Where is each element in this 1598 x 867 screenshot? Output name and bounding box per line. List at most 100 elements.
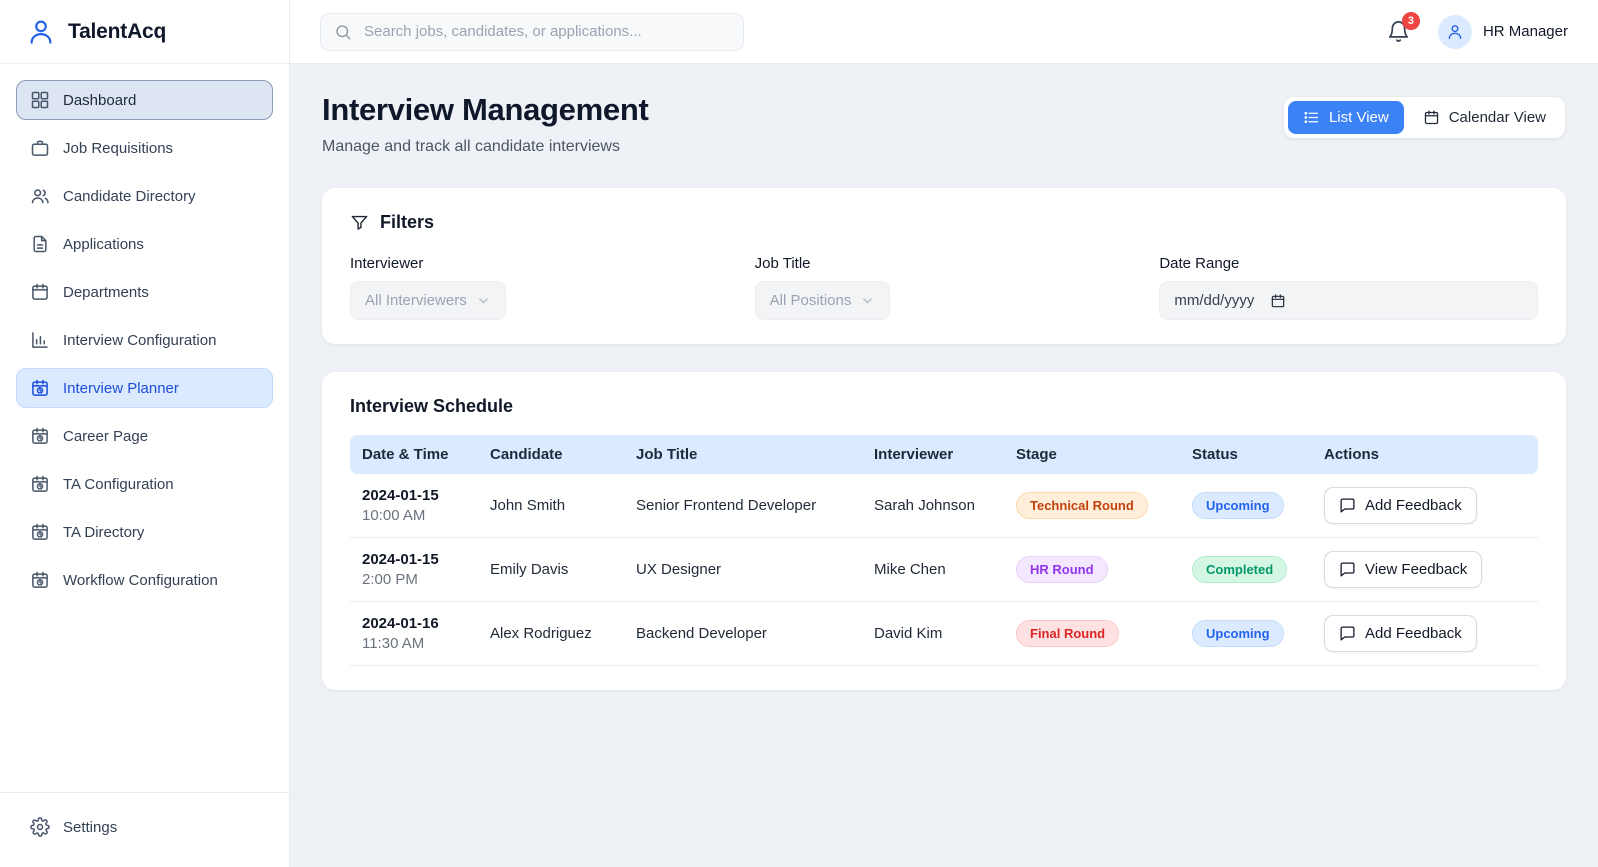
sidebar-item-ta-directory[interactable]: TA Directory [16, 512, 273, 552]
date-range-input[interactable]: mm/dd/yyyy [1159, 281, 1538, 320]
user-name: HR Manager [1482, 23, 1568, 40]
schedule-header-row: Date & Time Candidate Job Title Interviewer… [350, 435, 1538, 474]
user-menu[interactable]: HR Manager [1437, 14, 1568, 49]
feedback-button[interactable]: Add Feedback [1324, 615, 1477, 652]
sidebar-item-candidate-directory[interactable]: Candidate Directory [16, 176, 273, 216]
chevron-down-icon [476, 293, 491, 308]
column-header: Candidate [478, 435, 624, 474]
date-range-filter-label: Date Range [1159, 255, 1240, 272]
filters-title: Filters [380, 212, 435, 232]
topbar-right: 3 HR Manager [1387, 12, 1568, 49]
sidebar-item-applications[interactable]: Applications [16, 224, 273, 264]
sidebar-item-label: TA Configuration [63, 475, 174, 493]
calendar-clock-icon [30, 378, 50, 398]
sidebar-item-ta-configuration[interactable]: TA Configuration [16, 464, 273, 504]
candidate-name: John Smith [478, 474, 624, 538]
candidate-name: Emily Davis [478, 537, 624, 602]
stage-badge: Final Round [1016, 620, 1120, 647]
sidebar-item-label: Departments [63, 283, 149, 301]
feedback-button[interactable]: Add Feedback [1324, 487, 1477, 524]
main-content: Interview Management Manage and track al… [290, 64, 1598, 867]
interview-table: Date & Time Candidate Job Title Interviewer… [350, 435, 1538, 666]
column-header: Status [1180, 435, 1312, 474]
table-row: 2024-01-15 2:00 PM Emily Davis UX Design… [350, 537, 1538, 602]
sidebar-item-label: TA Directory [63, 523, 145, 541]
sidebar-item-label: Workflow Configuration [63, 571, 218, 589]
list-view-button[interactable]: List View [1287, 101, 1404, 134]
app-name: TalentAcq [68, 19, 167, 43]
list-view-label: List View [1328, 109, 1389, 126]
interviewer-select-value: All Interviewers [365, 292, 467, 309]
interview-time: 10:00 AM [362, 507, 426, 524]
list-icon [1303, 109, 1320, 126]
interviewer-filter-label: Interviewer [350, 255, 424, 272]
briefcase-icon [30, 138, 50, 158]
table-row: 2024-01-15 10:00 AM John Smith Senior Fr… [350, 474, 1538, 538]
candidate-name: Alex Rodriguez [478, 601, 624, 666]
notifications-button[interactable]: 3 [1387, 12, 1420, 43]
chat-icon [1339, 497, 1356, 514]
interviewer-select[interactable]: All Interviewers [350, 281, 506, 320]
calendar-icon [1423, 109, 1440, 126]
filter-interviewer: Interviewer All Interviewers [350, 255, 729, 320]
chat-icon [1339, 625, 1356, 642]
interview-time: 2:00 PM [362, 571, 418, 588]
page-subtitle: Manage and track all candidate interview… [322, 138, 620, 155]
chat-icon [1339, 561, 1356, 578]
feedback-button[interactable]: View Feedback [1324, 551, 1483, 588]
sidebar-item-interview-configuration[interactable]: Interview Configuration [16, 320, 273, 360]
funnel-icon [350, 213, 369, 232]
notification-count-badge: 3 [1401, 12, 1420, 30]
calendar-clock-icon [30, 522, 50, 542]
sidebar-item-label: Dashboard [63, 91, 137, 109]
stage-badge: Technical Round [1016, 492, 1148, 519]
sidebar-item-career-page[interactable]: Career Page [16, 416, 273, 456]
interview-date: 2024-01-15 [362, 551, 439, 568]
sidebar-item-label: Interview Planner [63, 379, 179, 397]
users-icon [30, 186, 50, 206]
search-input[interactable] [362, 22, 730, 41]
job-title-select[interactable]: All Positions [754, 281, 891, 320]
job-title-filter-label: Job Title [754, 255, 811, 272]
interview-date: 2024-01-16 [362, 615, 439, 632]
sidebar-item-job-requisitions[interactable]: Job Requisitions [16, 128, 273, 168]
avatar [1437, 14, 1472, 49]
interviewer-name: Sarah Johnson [862, 474, 1004, 538]
stage-badge: HR Round [1016, 556, 1108, 583]
global-search[interactable] [320, 12, 744, 51]
sidebar-footer: Settings [0, 792, 289, 867]
sidebar-nav: Dashboard Job Requisitions Candidate Dir… [0, 64, 289, 792]
column-header: Job Title [624, 435, 862, 474]
table-row: 2024-01-16 11:30 AM Alex Rodriguez Backe… [350, 601, 1538, 666]
status-badge: Upcoming [1192, 620, 1284, 647]
sidebar-item-settings[interactable]: Settings [16, 807, 273, 847]
sidebar-item-label: Applications [63, 235, 144, 253]
search-icon [334, 23, 352, 41]
status-badge: Upcoming [1192, 492, 1284, 519]
person-logo-icon [26, 17, 56, 47]
sidebar-item-workflow-configuration[interactable]: Workflow Configuration [16, 560, 273, 600]
filters-header: Filters [350, 212, 1538, 233]
gear-icon [30, 817, 50, 837]
calendar-clock-icon [30, 570, 50, 590]
sidebar-item-interview-planner[interactable]: Interview Planner [16, 368, 273, 408]
sidebar-item-departments[interactable]: Departments [16, 272, 273, 312]
page-header: Interview Management Manage and track al… [322, 92, 1566, 156]
chevron-down-icon [860, 293, 875, 308]
filter-date-range: Date Range mm/dd/yyyy [1159, 255, 1538, 320]
document-icon [30, 234, 50, 254]
sidebar-item-label: Settings [63, 818, 118, 836]
grid-icon [30, 90, 50, 110]
job-title-cell: Senior Frontend Developer [624, 474, 862, 538]
interviewer-name: David Kim [862, 601, 1004, 666]
calendar-view-button[interactable]: Calendar View [1408, 101, 1561, 134]
date-range-value: mm/dd/yyyy [1174, 292, 1255, 309]
schedule-body: 2024-01-15 10:00 AM John Smith Senior Fr… [350, 474, 1538, 666]
sidebar-item-dashboard[interactable]: Dashboard [16, 80, 273, 120]
interview-date: 2024-01-15 [362, 487, 439, 504]
column-header: Date & Time [350, 435, 478, 474]
job-title-cell: Backend Developer [624, 601, 862, 666]
filters-grid: Interviewer All Interviewers Job Title A… [350, 255, 1538, 320]
sidebar: TalentAcq Dashboard Job Requisitions Can… [0, 0, 290, 867]
column-header: Interviewer [862, 435, 1004, 474]
